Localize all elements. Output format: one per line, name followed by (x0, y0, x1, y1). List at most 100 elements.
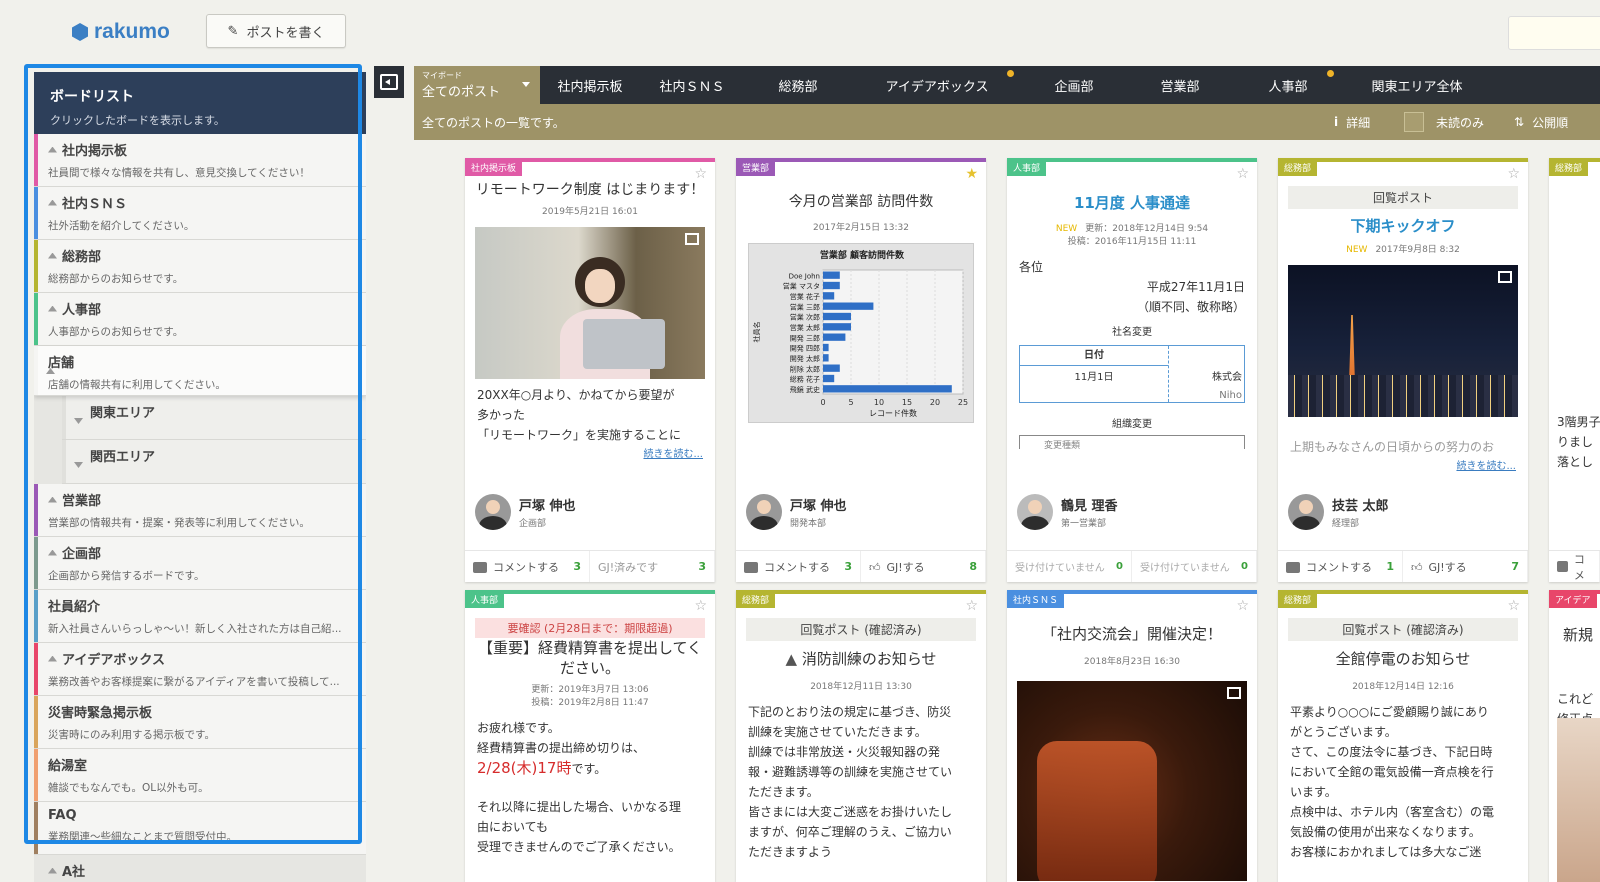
sidebar-board-3[interactable]: 人事部 人事部からのお知らせです。 (34, 293, 366, 346)
sidebar-board-1[interactable]: 社内ＳＮＳ 社外活動を紹介してください。 (34, 187, 366, 240)
comment-button[interactable]: コメントする 1 (1278, 551, 1403, 582)
comment-button[interactable]: コメントする 3 (736, 551, 861, 582)
fold-icon[interactable] (48, 867, 57, 874)
tab-board-0[interactable]: 社内掲示板 (540, 66, 640, 104)
post-card-idea-partial[interactable]: アイデア 新規 これど修正点 (1549, 590, 1600, 882)
warning-icon: ▲ (785, 650, 798, 668)
board-name: A社 (48, 861, 354, 880)
post-card-hr-notice[interactable]: 人事部 ☆ 11月度 人事通達 NEW 更新：2018年12月14日 9:54 投稿… (1007, 158, 1257, 582)
tab-board-1[interactable]: 社内ＳＮＳ (640, 66, 744, 104)
tab-board-5[interactable]: 営業部 (1126, 66, 1234, 104)
board-name: 関東エリア (90, 402, 354, 421)
fold-icon[interactable] (74, 462, 83, 468)
star-icon[interactable]: ☆ (1236, 598, 1249, 614)
post-dates: NEW 更新：2018年12月14日 9:54 投稿：2016年11月15日 11:… (1055, 224, 1209, 247)
sidebar-board-12[interactable]: 給湯室 雑談でもなんでも。OL以外も可。 (34, 749, 366, 802)
bar (823, 302, 874, 310)
author-name: 技芸 太郎 (1332, 499, 1389, 514)
card-footer: コメントする 3 GJ!済みです 3 (465, 550, 715, 582)
sidebar-board-6[interactable]: 関西エリア (62, 440, 366, 484)
tab-board-7[interactable]: 関東エリア全体 (1342, 66, 1492, 104)
detail-button[interactable]: i 詳細 (1334, 104, 1370, 140)
urgent-badge: 要確認 (2月28日まで：期限超過) (475, 618, 705, 638)
board-name: 店舗 (46, 352, 354, 374)
post-card-kickoff[interactable]: 総務部 ☆ 回覧ポスト 下期キックオフ NEW 2017年9月8日 8:32 上期… (1278, 158, 1528, 582)
write-post-button[interactable]: ✎ ポストを書く (206, 14, 346, 48)
sidebar-board-13[interactable]: FAQ 業務関連〜些細なことまで質問受付中。 (34, 802, 366, 855)
post-card-remote-work[interactable]: 社内掲示板 ☆ リモートワーク制度 はじまります！ 2019年5月21日 16:… (465, 158, 715, 582)
post-card-social-event[interactable]: 社内ＳＮＳ ☆ 「社内交流会」開催決定！ 2018年8月23日 16:30 (1007, 590, 1257, 882)
post-date: 2017年2月15日 13:32 (813, 223, 909, 233)
board-name: 災害時緊急掲示板 (48, 706, 153, 721)
author: 戸塚 伸也 開発本部 (746, 494, 847, 530)
post-card-power-outage[interactable]: 総務部 ☆ 回覧ポスト (確認済み) 全館停電のお知らせ 2018年12月14日… (1278, 590, 1528, 882)
fold-icon[interactable] (48, 549, 57, 556)
fold-icon[interactable] (48, 252, 57, 259)
y-tick-label: 営業 三郎 (790, 302, 820, 311)
star-icon[interactable]: ☆ (1507, 166, 1520, 182)
star-icon[interactable]: ☆ (694, 166, 707, 182)
sidebar-board-7[interactable]: 営業部 営業部の情報共有・提案・発表等に利用してください。 (34, 484, 366, 537)
sidebar-board-4[interactable]: 店舗 店舗の情報共有に利用してください。 (34, 346, 366, 396)
sidebar-board-8[interactable]: 企画部 企画部から発信するボードです。 (34, 537, 366, 590)
fold-icon[interactable] (48, 305, 57, 312)
tab-board-6[interactable]: 人事部 (1234, 66, 1342, 104)
comment-button[interactable]: コメントする 3 (465, 551, 590, 582)
search-input[interactable] (1508, 16, 1600, 50)
chevron-down-icon (522, 82, 530, 87)
fold-icon[interactable] (48, 496, 57, 503)
sidebar-board-2[interactable]: 総務部 総務部からのお知らせです。 (34, 240, 366, 293)
unread-only-toggle[interactable]: 未読のみ (1404, 104, 1484, 140)
sidebar-board-9[interactable]: 社員紹介 新入社員さんいらっしゃ〜い！新しく入社された方は自己紹... (34, 590, 366, 643)
info-text: 全てのポストの一覧です。 (422, 115, 565, 130)
sidebar-board-11[interactable]: 災害時緊急掲示板 災害時にのみ利用する掲示板です。 (34, 696, 366, 749)
comment-icon (1286, 562, 1300, 573)
fold-icon[interactable] (48, 655, 57, 662)
star-icon[interactable]: ☆ (694, 598, 707, 614)
tab-board-4[interactable]: 企画部 (1022, 66, 1126, 104)
post-title: 「社内交流会」開催決定！ (1041, 625, 1222, 643)
star-icon[interactable]: ☆ (1236, 166, 1249, 182)
gj-button[interactable]: 👍︎ GJ!する 8 (861, 551, 986, 582)
y-tick-label: 総務 花子 (790, 375, 820, 384)
board-name: 企画部 (48, 543, 354, 562)
collapse-sidebar-button[interactable] (374, 66, 404, 98)
tab-board-2[interactable]: 総務部 (744, 66, 852, 104)
star-icon[interactable]: ☆ (1507, 598, 1520, 614)
sidebar-board-0[interactable]: 社内掲示板 社員間で様々な情報を共有し、意見交換してください！ (34, 134, 366, 187)
rakumo-logo[interactable]: rakumo (72, 20, 170, 44)
chart-title: 営業部 顧客訪問件数 (820, 249, 905, 261)
post-card-expense[interactable]: 人事部 ☆ 要確認 (2月28日まで：期限超過) 【重要】経費精算書を提出してく… (465, 590, 715, 882)
read-more-link[interactable]: 続きを読む... (465, 445, 715, 460)
circulation-label: 回覧ポスト (確認済み) (746, 618, 976, 641)
sort-button[interactable]: ⇅ 公開順 (1514, 104, 1568, 140)
board-name: アイデアボックス (48, 649, 354, 668)
sidebar-board-14[interactable]: A社 (34, 855, 366, 882)
fold-icon[interactable] (74, 418, 83, 424)
post-image (1017, 681, 1247, 881)
star-icon[interactable]: ☆ (965, 598, 978, 614)
sidebar-board-10[interactable]: アイデアボックス 業務改善やお客様提案に繋がるアイディアを書いて投稿して... (34, 643, 366, 696)
circulation-label: 回覧ポスト (確認済み) (1288, 618, 1518, 641)
fold-icon[interactable] (48, 199, 57, 206)
post-card-sales-visits[interactable]: 営業部 ★ 今月の営業部 訪問件数 2017年2月15日 13:32 営業部 顧… (736, 158, 986, 582)
board-name: 給湯室 (48, 759, 88, 774)
tab-board-3[interactable]: アイデアボックス (852, 66, 1022, 104)
unread-dot-icon (1327, 70, 1334, 77)
avatar (1288, 494, 1324, 530)
post-card-fire-drill[interactable]: 総務部 ☆ 回覧ポスト (確認済み) ▲ 消防訓練のお知らせ 2018年12月1… (736, 590, 986, 882)
star-icon[interactable]: ★ (965, 166, 978, 182)
y-tick-label: 営業 太郎 (790, 323, 820, 332)
sidebar-board-5[interactable]: 関東エリア (62, 396, 366, 440)
read-more-link[interactable]: 続きを読む... (1278, 457, 1528, 472)
post-card-partial[interactable]: 総務部 3階男子 りまし 落とし コメ (1549, 158, 1600, 582)
info-bar: 全てのポストの一覧です。 i 詳細 未読のみ ⇅ 公開順 (414, 104, 1600, 140)
unread-checkbox[interactable] (1404, 112, 1424, 132)
sort-icon: ⇅ (1514, 115, 1525, 129)
x-axis-label: レコード件数 (869, 408, 917, 418)
tab-my-board[interactable]: マイボード 全てのポスト (414, 66, 540, 104)
gj-button[interactable]: 👍︎ GJ!する 7 (1403, 551, 1528, 582)
circulation-label: 回覧ポスト (1288, 186, 1518, 209)
fold-icon[interactable] (48, 146, 57, 153)
gj-button[interactable]: GJ!済みです 3 (590, 551, 715, 582)
